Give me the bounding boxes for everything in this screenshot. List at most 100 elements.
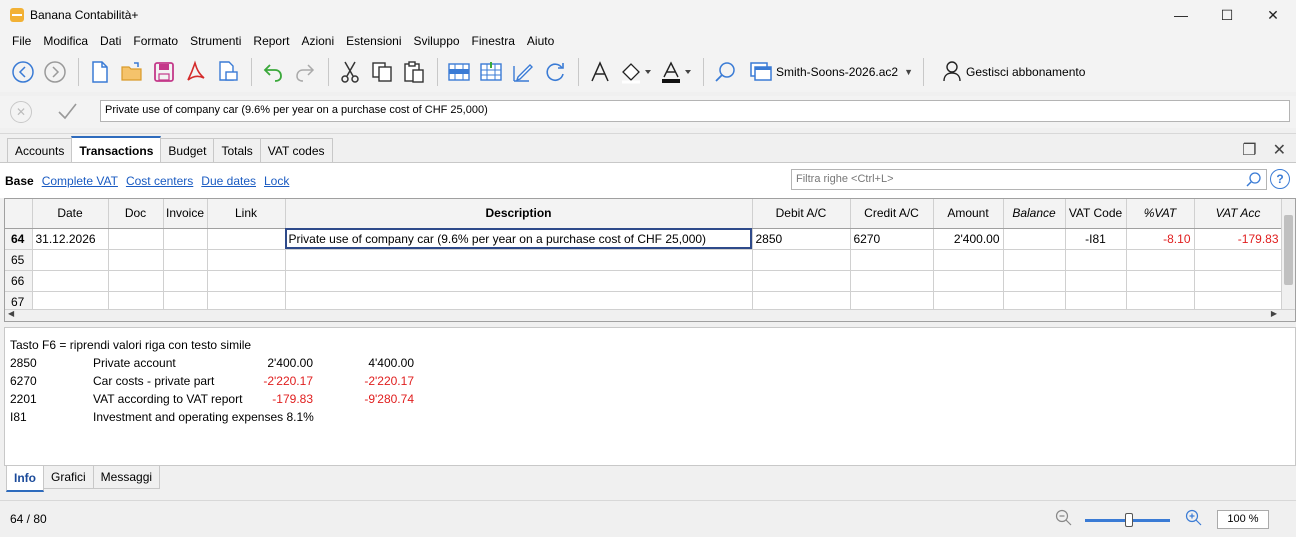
cell-link[interactable] (207, 249, 286, 271)
col-header-amount[interactable]: Amount (933, 199, 1004, 229)
help-icon[interactable]: ? (1270, 169, 1290, 189)
cell-vat-code[interactable] (1065, 249, 1127, 271)
menu-sviluppo[interactable]: Sviluppo (408, 34, 466, 48)
cell-pct-vat[interactable] (1126, 249, 1195, 271)
tab-transactions[interactable]: Transactions (71, 136, 162, 163)
menu-azioni[interactable]: Azioni (295, 34, 340, 48)
cell-vat-acc[interactable] (1194, 270, 1283, 292)
paste-icon[interactable] (399, 57, 429, 87)
insert-row-icon[interactable] (444, 57, 474, 87)
font-icon[interactable] (585, 57, 615, 87)
table-row[interactable]: 64 31.12.2026 Private use of company car… (5, 228, 1283, 250)
redo-icon[interactable] (290, 57, 320, 87)
minimize-button[interactable]: — (1158, 0, 1204, 30)
cell-date[interactable] (32, 270, 109, 292)
menu-formato[interactable]: Formato (127, 34, 184, 48)
horizontal-scrollbar[interactable]: ◀ ▶ (5, 309, 1295, 321)
refresh-icon[interactable] (540, 57, 570, 87)
view-due-dates[interactable]: Due dates (201, 174, 256, 188)
col-header-balance[interactable]: Balance (1003, 199, 1066, 229)
cell-vat-code[interactable] (1065, 270, 1127, 292)
tab-messaggi[interactable]: Messaggi (92, 466, 161, 489)
cell-description[interactable] (285, 270, 753, 292)
cell-credit[interactable] (850, 249, 934, 271)
new-file-icon[interactable] (85, 57, 115, 87)
cancel-edit-icon[interactable]: ✕ (10, 101, 32, 123)
copy-icon[interactable] (367, 57, 397, 87)
file-selector[interactable]: Smith-Soons-2026.ac2 ▼ (746, 57, 917, 87)
pdf-icon[interactable] (181, 57, 211, 87)
edit-icon[interactable] (508, 57, 538, 87)
maximize-button[interactable]: ☐ (1204, 0, 1250, 30)
cell-amount[interactable] (933, 249, 1004, 271)
cell-invoice[interactable] (163, 228, 208, 250)
zoom-in-icon[interactable] (1185, 509, 1203, 532)
vertical-scrollbar[interactable] (1281, 199, 1295, 321)
close-button[interactable]: ✕ (1250, 0, 1296, 30)
menu-estensioni[interactable]: Estensioni (340, 34, 407, 48)
cell-link[interactable] (207, 270, 286, 292)
search-icon[interactable] (710, 57, 740, 87)
cut-icon[interactable] (335, 57, 365, 87)
tab-accounts[interactable]: Accounts (7, 138, 73, 163)
menu-dati[interactable]: Dati (94, 34, 127, 48)
scroll-right-icon[interactable]: ▶ (1271, 309, 1277, 318)
zoom-slider-thumb[interactable] (1125, 513, 1133, 527)
col-header-invoice[interactable]: Invoice (163, 199, 208, 229)
cell-vat-acc[interactable]: -179.83 (1194, 228, 1283, 250)
tab-totals[interactable]: Totals (213, 138, 261, 163)
cell-balance[interactable] (1003, 228, 1066, 250)
tab-vat-codes[interactable]: VAT codes (259, 138, 333, 163)
tab-budget[interactable]: Budget (160, 138, 215, 163)
scroll-left-icon[interactable]: ◀ (8, 309, 14, 318)
cell-pct-vat[interactable]: -8.10 (1126, 228, 1195, 250)
col-header-vat-code[interactable]: VAT Code (1065, 199, 1127, 229)
col-header-link[interactable]: Link (207, 199, 286, 229)
cell-pct-vat[interactable] (1126, 270, 1195, 292)
cell-credit[interactable] (850, 270, 934, 292)
subscription-button[interactable]: Gestisci abbonamento (942, 60, 1085, 85)
cell-balance[interactable] (1003, 270, 1066, 292)
menu-aiuto[interactable]: Aiuto (521, 34, 560, 48)
menu-report[interactable]: Report (247, 34, 295, 48)
cell-date[interactable]: 31.12.2026 (32, 228, 109, 250)
cell-link[interactable] (207, 228, 286, 250)
view-cost-centers[interactable]: Cost centers (126, 174, 193, 188)
undo-icon[interactable] (258, 57, 288, 87)
fill-color-icon[interactable] (617, 57, 655, 87)
view-base[interactable]: Base (5, 174, 34, 188)
filter-input[interactable]: Filtra righe <Ctrl+L> (791, 169, 1267, 190)
cell-vat-code[interactable]: -I81 (1065, 228, 1127, 250)
cell-invoice[interactable] (163, 270, 208, 292)
text-color-icon[interactable] (657, 57, 695, 87)
add-rows-icon[interactable] (476, 57, 506, 87)
tab-grafici[interactable]: Grafici (43, 466, 94, 489)
table-row[interactable]: 65 (5, 249, 1283, 271)
zoom-out-icon[interactable] (1055, 509, 1073, 532)
col-header-vat-acc[interactable]: VAT Acc (1194, 199, 1283, 229)
zoom-value[interactable]: 100 % (1217, 510, 1269, 529)
cell-debit[interactable]: 2850 (752, 228, 851, 250)
menu-modifica[interactable]: Modifica (37, 34, 94, 48)
table-row[interactable]: 66 (5, 270, 1283, 292)
col-header-pct-vat[interactable]: %VAT (1126, 199, 1195, 229)
view-complete-vat[interactable]: Complete VAT (42, 174, 118, 188)
cell-description[interactable] (285, 249, 753, 271)
cell-invoice[interactable] (163, 249, 208, 271)
col-header-date[interactable]: Date (32, 199, 109, 229)
close-table-icon[interactable]: ✕ (1273, 140, 1286, 160)
cell-doc[interactable] (108, 270, 164, 292)
open-folder-icon[interactable] (117, 57, 147, 87)
cell-amount[interactable] (933, 270, 1004, 292)
restore-window-icon[interactable]: ❐ (1242, 140, 1256, 160)
cell-credit[interactable]: 6270 (850, 228, 934, 250)
menu-file[interactable]: File (6, 34, 37, 48)
search-icon[interactable] (1246, 171, 1262, 190)
tab-info[interactable]: Info (6, 466, 44, 492)
cell-debit[interactable] (752, 249, 851, 271)
cell-edit-input[interactable]: Private use of company car (9.6% per yea… (100, 100, 1290, 122)
confirm-edit-icon[interactable] (55, 99, 79, 123)
scrollbar-thumb[interactable] (1284, 215, 1293, 285)
col-header-credit[interactable]: Credit A/C (850, 199, 934, 229)
cell-vat-acc[interactable] (1194, 249, 1283, 271)
